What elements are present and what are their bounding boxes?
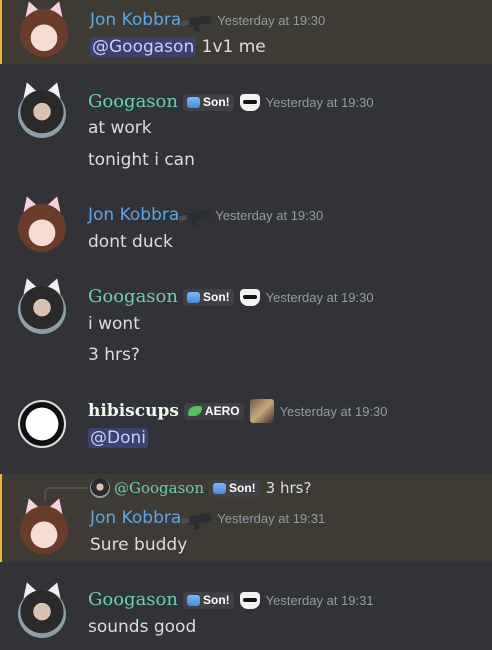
username[interactable]: Googason <box>88 91 178 113</box>
username[interactable]: Googason <box>88 286 178 308</box>
cat-sunglasses-icon <box>239 288 260 306</box>
guild-tag[interactable]: Son! <box>182 288 234 306</box>
reply-preview[interactable]: @Googason Son! 3 hrs? <box>90 478 311 498</box>
message[interactable]: Jon Kobbra Yesterday at 19:30 dont duck <box>0 193 492 266</box>
timestamp[interactable]: Yesterday at 19:30 <box>280 404 388 419</box>
message[interactable]: Googason Son! Yesterday at 19:30 at work… <box>0 79 492 182</box>
user-mention[interactable]: @Googason <box>90 37 197 57</box>
timestamp[interactable]: Yesterday at 19:30 <box>217 13 325 28</box>
message[interactable]: @Googason Son! 3 hrs? Jon Kobbra Yesterd… <box>0 474 492 562</box>
cat-sunglasses-icon <box>239 591 260 609</box>
dog-icon <box>249 399 274 423</box>
guild-tag[interactable]: Son! <box>182 591 234 609</box>
avatar-googason[interactable] <box>18 275 66 334</box>
chat-log: Jon Kobbra Yesterday at 19:30 @Googason … <box>0 0 492 650</box>
avatar-googason[interactable] <box>18 579 66 638</box>
son-tag-icon <box>212 482 226 494</box>
timestamp[interactable]: Yesterday at 19:30 <box>266 95 374 110</box>
gun-icon <box>184 209 210 223</box>
timestamp[interactable]: Yesterday at 19:31 <box>217 511 325 526</box>
gun-icon <box>186 512 212 526</box>
guild-tag[interactable]: Son! <box>208 479 260 497</box>
message[interactable]: hibiscups AERO Yesterday at 19:30 @Doni <box>0 392 492 462</box>
username[interactable]: Googason <box>88 589 178 611</box>
avatar-hibiscups[interactable] <box>18 400 66 448</box>
user-mention[interactable]: @Doni <box>88 428 148 448</box>
avatar-jon[interactable] <box>20 0 68 57</box>
message-text: i wont <box>88 314 140 334</box>
message-text: tonight i can <box>88 150 195 170</box>
cat-sunglasses-icon <box>239 93 260 111</box>
message-content: @Doni <box>88 427 148 449</box>
message[interactable]: Googason Son! Yesterday at 19:31 sounds … <box>0 579 492 650</box>
timestamp[interactable]: Yesterday at 19:31 <box>266 593 374 608</box>
username[interactable]: Jon Kobbra <box>88 204 179 226</box>
reply-username[interactable]: @Googason <box>114 477 204 499</box>
reply-text: 3 hrs? <box>265 479 312 497</box>
message-text: dont duck <box>88 232 173 252</box>
message-text: sounds good <box>88 617 197 637</box>
guild-tag[interactable]: AERO <box>183 402 244 420</box>
son-tag-icon <box>186 291 200 303</box>
avatar-googason[interactable] <box>18 79 66 138</box>
son-tag-icon <box>186 594 200 606</box>
aero-leaf-icon <box>187 406 202 416</box>
timestamp[interactable]: Yesterday at 19:30 <box>215 208 323 223</box>
username[interactable]: Jon Kobbra <box>90 9 181 31</box>
message[interactable]: Jon Kobbra Yesterday at 19:30 @Googason … <box>0 0 492 64</box>
username[interactable]: hibiscups <box>88 400 179 422</box>
gun-icon <box>186 14 212 28</box>
message[interactable]: Googason Son! Yesterday at 19:30 i wont … <box>0 275 492 378</box>
message-content: @Googason 1v1 me <box>90 36 266 58</box>
guild-tag[interactable]: Son! <box>182 93 234 111</box>
message-text: 1v1 me <box>201 37 266 57</box>
avatar-jon[interactable] <box>18 193 66 252</box>
timestamp[interactable]: Yesterday at 19:30 <box>266 290 374 305</box>
username[interactable]: Jon Kobbra <box>90 507 181 529</box>
son-tag-icon <box>186 96 200 108</box>
message-text: Sure buddy <box>90 535 188 555</box>
message-text: at work <box>88 118 152 138</box>
avatar-jon[interactable] <box>20 495 68 554</box>
reply-avatar <box>90 478 110 498</box>
message-text: 3 hrs? <box>88 345 140 365</box>
